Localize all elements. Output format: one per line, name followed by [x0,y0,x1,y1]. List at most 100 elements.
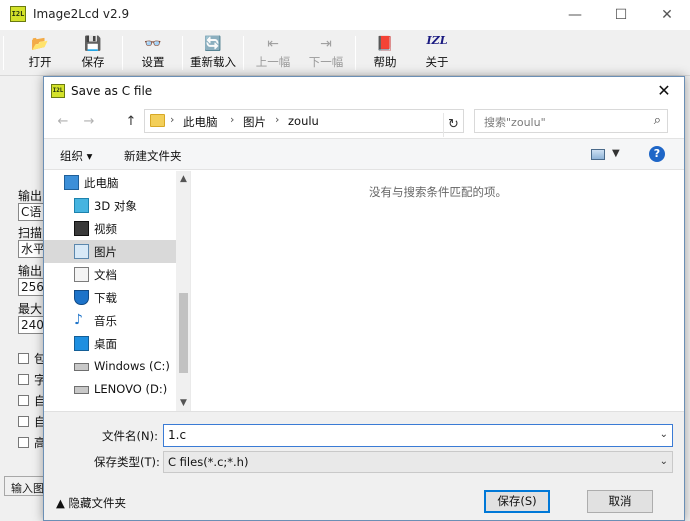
hide-folders-toggle[interactable]: ▲ 隐藏文件夹 [56,495,126,511]
tree-item-label: 桌面 [94,337,117,351]
output-gray-select[interactable]: 256 [18,278,44,296]
option-checkbox[interactable] [18,353,29,364]
filename-input[interactable]: 1.c ⌄ [163,424,673,447]
3d-objects-icon [74,198,89,213]
next-image-icon: ⇥ [320,36,332,52]
open-folder-icon: 📂 [31,36,49,52]
save-options-panel: 文件名(N): 1.c ⌄ 保存类型(T): C files(*.c;*.h) … [44,411,684,520]
back-arrow-icon[interactable]: ← [54,113,72,131]
tree-item[interactable]: 桌面 [44,332,176,355]
help-icon[interactable]: ? [649,146,665,162]
documents-icon [74,267,89,282]
save-disk-icon: 💾 [84,36,102,52]
close-button[interactable]: ✕ [644,0,690,30]
refresh-icon[interactable]: ↻ [443,113,463,137]
option-checkbox[interactable] [18,374,29,385]
tree-item[interactable]: 文档 [44,263,176,286]
previous-image-label: 上一幅 [255,55,291,69]
tree-item[interactable]: 下载 [44,286,176,309]
breadcrumb-chevron[interactable]: › [170,113,174,126]
option-checkbox[interactable] [18,416,29,427]
max-width-field[interactable]: 240 [18,316,44,334]
filetype-select[interactable]: C files(*.c;*.h) ⌄ [163,451,673,473]
music-icon: ♪ [74,313,89,328]
tree-item-label: 此电脑 [84,176,119,190]
option-checkbox[interactable] [18,395,29,406]
windows-drive-icon [74,363,89,371]
next-image-label: 下一幅 [308,55,344,69]
scroll-down-icon[interactable]: ▼ [176,395,190,411]
next-image-button[interactable]: ⇥ 下一幅 [297,34,355,72]
help-toolbar-button[interactable]: 📕 帮助 [356,34,414,72]
breadcrumb-chevron[interactable]: › [230,113,234,126]
scan-mode-select[interactable]: 水平 [18,240,44,258]
folder-icon [150,114,165,127]
view-options-icon[interactable] [591,149,605,160]
chevron-down-icon[interactable]: ⌄ [660,456,668,467]
save-button[interactable]: 保存(S) [484,490,550,513]
file-list[interactable]: 没有与搜索条件匹配的项。 [192,171,684,411]
cancel-button[interactable]: 取消 [587,490,653,513]
previous-image-button[interactable]: ⇤ 上一幅 [244,34,302,72]
scroll-up-icon[interactable]: ▲ [176,171,190,187]
previous-image-icon: ⇤ [267,36,279,52]
videos-icon [74,221,89,236]
tree-item-label: 图片 [94,245,117,259]
save-toolbar-button[interactable]: 💾 保存 [64,34,122,72]
maximize-button[interactable]: ☐ [598,0,644,30]
open-button[interactable]: 📂 打开 [11,34,69,72]
dialog-titlebar: I2L Save as C file ✕ [44,77,684,106]
chevron-down-icon[interactable]: ⌄ [660,429,668,440]
output-gray-label: 输出 [18,264,42,278]
address-bar[interactable]: › 此电脑 › 图片 › zoulu ▾ ↻ [144,109,536,137]
search-placeholder: 搜索"zoulu" [484,116,546,129]
new-folder-button[interactable]: 新建文件夹 [124,148,182,164]
forward-arrow-icon[interactable]: → [80,113,98,131]
settings-label: 设置 [141,55,165,69]
tree-item[interactable]: 此电脑 [44,171,176,194]
up-arrow-icon[interactable]: ↑ [122,113,140,131]
toolbar-separator [3,36,4,70]
app-title: Image2Lcd v2.9 [33,7,130,21]
breadcrumb-chevron[interactable]: › [275,113,279,126]
help-toolbar-label: 帮助 [373,55,397,69]
tree-item-label: 下载 [94,291,117,305]
input-image-status: 输入图 [4,476,44,496]
this-pc-icon [64,175,79,190]
filetype-label: 保存类型(T): [94,455,160,469]
tree-item[interactable]: 视频 [44,217,176,240]
dialog-close-button[interactable]: ✕ [650,79,678,103]
tree-item-label: LENOVO (D:) [94,382,168,396]
navigation-bar: ← → ↑ › 此电脑 › 图片 › zoulu ▾ ↻ 搜索"zoulu" ⌕ [44,106,684,138]
breadcrumb-this-pc[interactable]: 此电脑 [183,114,218,130]
view-dropdown-icon[interactable]: ▼ [612,148,620,159]
settings-glasses-icon: 👓 [144,36,162,52]
toolbar-separator [182,36,183,70]
organize-button[interactable]: 组织 ▾ [60,148,92,164]
breadcrumb-zoulu[interactable]: zoulu [288,114,319,128]
about-button[interactable]: IZL 关于 [408,34,466,72]
about-izl-icon: IZL [426,34,448,47]
tree-item[interactable]: ♪ 音乐 [44,309,176,332]
reload-button[interactable]: 🔄 重新载入 [184,34,242,72]
filename-value: 1.c [168,428,187,442]
search-icon[interactable]: ⌕ [654,113,661,128]
scrollbar-thumb[interactable] [179,293,188,373]
tree-item[interactable]: 图片 [44,240,176,263]
chevron-up-icon: ▲ [56,496,65,510]
search-box[interactable]: 搜索"zoulu" ⌕ [474,109,668,133]
tree-item[interactable]: LENOVO (D:) [44,378,176,401]
settings-button[interactable]: 👓 设置 [124,34,182,72]
output-format-select[interactable]: C语 [18,203,44,221]
option-checkbox[interactable] [18,437,29,448]
filename-label: 文件名(N): [102,429,158,443]
tree-item[interactable]: Windows (C:) [44,355,176,378]
tree-item-label: Windows (C:) [94,359,170,373]
breadcrumb-pictures[interactable]: 图片 [243,114,266,130]
tree-item[interactable]: 3D 对象 [44,194,176,217]
navigation-scrollbar[interactable]: ▲ ▼ [176,171,190,411]
hide-folders-label: 隐藏文件夹 [68,496,127,510]
minimize-button[interactable]: — [552,0,598,30]
desktop-icon [74,336,89,351]
navigation-pane: 此电脑 3D 对象 视频图片文档下载 ♪ 音乐桌面 Windows (C:) LENOVO … [44,171,191,411]
